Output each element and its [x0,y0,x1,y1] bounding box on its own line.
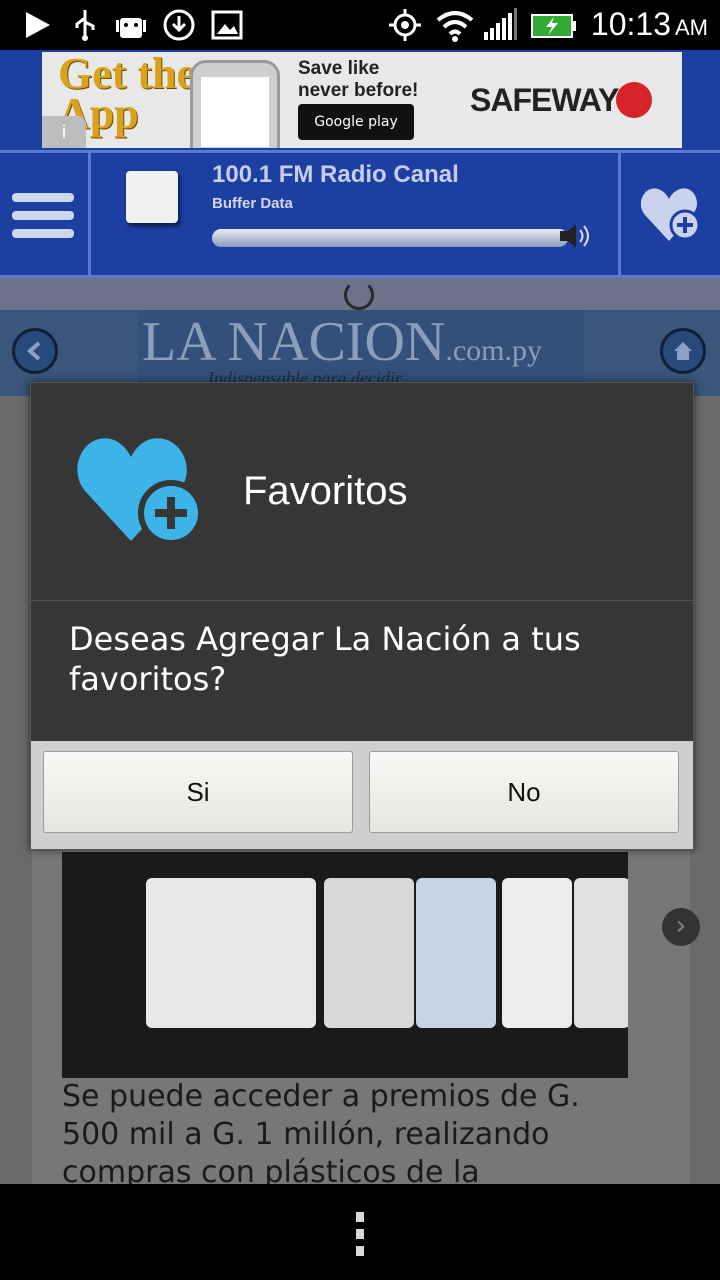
google-play-badge[interactable]: Google play [298,104,414,140]
dialog-title: Favoritos [243,469,408,513]
loading-strip [0,278,720,310]
logo-main: LA NACION [142,311,446,373]
ad-banner[interactable]: Get the App Save like never before! Google… [0,50,720,150]
menu-icon [12,193,74,202]
favorites-dialog: Favoritos Deseas Agregar La Nación a tus… [30,382,694,850]
dialog-button-bar: Si No [31,741,693,849]
yes-button[interactable]: Si [43,751,353,833]
dialog-divider [31,600,693,601]
ad-content[interactable]: Get the App Save like never before! Google… [42,52,682,148]
download-icon [163,9,195,41]
usb-icon [75,10,95,41]
wifi-icon [436,11,474,42]
navigation-bar [0,1184,720,1280]
logo-suffix: .com.py [445,334,542,367]
menu-button[interactable] [0,153,91,275]
ad-brand: SAFEWAY [470,82,619,118]
speaker-icon[interactable] [558,221,594,251]
clock-ampm: AM [675,15,708,40]
status-bar: 10:13 AM [0,0,720,50]
play-icon [26,12,50,38]
no-button[interactable]: No [369,751,679,833]
site-logo-text: LA NACION.com.py [142,310,542,374]
heart-plus-icon [640,188,701,241]
dialog-message: Deseas Agregar La Nación a tus favoritos… [69,620,581,698]
android-debug-icon [116,18,146,38]
ad-info-icon[interactable]: i [42,116,86,148]
image-icon [211,10,243,40]
clock-time: 10:13 [590,6,671,42]
heart-plus-icon [77,438,203,546]
volume-slider[interactable] [212,229,568,247]
home-icon [674,342,692,360]
buffer-status: Buffer Data [212,195,293,212]
favorite-add-button[interactable] [618,153,720,275]
next-article-button[interactable]: › [662,908,700,946]
ad-tagline: Save like never before! [298,58,418,102]
signal-icon [484,8,517,40]
article-image[interactable] [62,852,628,1078]
battery-charging-icon [531,14,576,38]
radio-player-bar: 100.1 FM Radio Canal Buffer Data [0,150,720,278]
ad-phone-image [190,60,280,148]
back-button[interactable] [12,328,58,374]
ad-save-line2: never before! [298,80,419,101]
overflow-menu-icon[interactable] [354,1212,366,1256]
gps-icon [389,9,421,41]
safeway-logo-icon [616,82,652,118]
clock: 10:13 AM [591,6,708,43]
ad-get-the: Get the [58,52,197,98]
ad-save-line1: Save like [298,58,380,79]
loading-spinner-icon [344,280,374,310]
chevron-left-icon [26,341,41,361]
station-name: 100.1 FM Radio Canal [212,161,459,188]
stop-button[interactable] [126,171,178,223]
home-button[interactable] [660,328,706,374]
